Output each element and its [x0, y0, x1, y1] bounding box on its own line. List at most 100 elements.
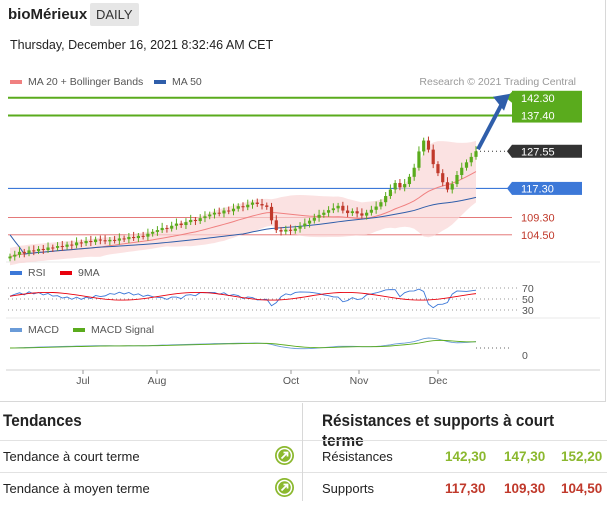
candle-body [217, 212, 221, 214]
candle-body [165, 227, 169, 229]
candle-body [36, 248, 41, 252]
rsi-swatch [10, 271, 22, 276]
candle-body [98, 239, 102, 241]
candle-body [89, 240, 93, 243]
candle-body [388, 189, 393, 197]
candle-body [146, 233, 150, 237]
candle-body [474, 151, 478, 157]
candle-body [355, 211, 359, 214]
candle-body [455, 175, 459, 185]
resistance-label: 142.30 [521, 93, 555, 105]
last-price-label: 127.55 [521, 146, 555, 158]
candle-body [241, 206, 245, 208]
candle-body [127, 236, 131, 240]
legend-macd-label: MACD [28, 324, 59, 336]
legend-rsi-label: RSI [28, 267, 46, 279]
support-label-pointer [507, 181, 512, 195]
legend-macd-signal-label: MACD Signal [91, 324, 155, 336]
macd-signal-line [9, 339, 477, 349]
candle-body [27, 250, 31, 254]
price-chart-svg: 142.30137.40127.55117.30109.30104.50 705… [6, 90, 600, 387]
candle-body [303, 223, 307, 227]
candle-body [360, 213, 364, 216]
trend-row-medium: Tendance à moyen terme [0, 472, 302, 505]
candle-body [51, 247, 55, 249]
candle-body [32, 250, 36, 252]
support-value: 109,30 [504, 481, 546, 496]
arrow-up-right-icon [276, 479, 293, 496]
trend-label-short: Tendance à court terme [3, 449, 140, 464]
support-label: 104.50 [521, 230, 555, 242]
rsi-line [9, 288, 477, 309]
candle-body [222, 210, 226, 214]
candle-body [393, 182, 397, 190]
x-tick-label: Aug [148, 375, 167, 387]
resistances-label: Résistances [322, 449, 393, 464]
candle-body [65, 244, 69, 247]
candle-body [250, 202, 255, 205]
candle-body [374, 206, 378, 210]
candle-body [122, 238, 126, 240]
candle-body [288, 229, 293, 231]
candle-body [108, 239, 112, 242]
candle-body [103, 240, 107, 242]
candle-body [407, 176, 412, 185]
candle-body [160, 227, 164, 231]
candle-body [441, 173, 445, 183]
candle-body [70, 244, 74, 246]
candle-body [189, 219, 193, 223]
candle-body [279, 230, 283, 232]
candle-body [350, 211, 354, 214]
candle-body [307, 220, 312, 224]
candle-body [426, 140, 431, 150]
rsi-ma-swatch [60, 271, 72, 276]
candle-body [417, 151, 421, 168]
candle-body [113, 239, 117, 241]
candle-body [155, 230, 160, 232]
resistance-label: 137.40 [521, 111, 555, 123]
candle-body [255, 202, 259, 204]
candle-body [203, 216, 207, 219]
trend-up-arrow-icon [275, 478, 294, 497]
macd-signal-swatch [73, 328, 85, 333]
support-label: 109.30 [521, 212, 555, 224]
projection-arrow-shaft [476, 98, 506, 151]
trends-panel: Tendances Tendance à court terme Tendanc… [0, 403, 303, 501]
trends-title: Tendances [3, 411, 82, 430]
legend-macd: MACD [10, 324, 59, 336]
candle-body [269, 206, 274, 221]
trend-row-short: Tendance à court terme [0, 440, 302, 473]
legend-rsi-ma-label: 9MA [78, 267, 100, 279]
candle-body [445, 182, 450, 190]
x-tick-label: Oct [283, 375, 299, 387]
candle-body [398, 182, 402, 188]
candle-body [84, 240, 88, 244]
candle-body [336, 205, 340, 209]
x-tick-label: Jul [76, 375, 89, 387]
candle-body [55, 246, 60, 248]
candle-body [464, 162, 469, 168]
candle-body [431, 149, 435, 165]
candle-body [460, 167, 464, 175]
candle-body [93, 239, 98, 243]
candle-body [331, 208, 335, 211]
support-label: 117.30 [521, 183, 554, 195]
candle-body [265, 205, 269, 207]
candle-body [79, 242, 83, 244]
candle-body [298, 226, 302, 229]
candle-body [436, 164, 440, 174]
candle-body [13, 254, 17, 257]
legend-macd-signal: MACD Signal [73, 324, 154, 336]
candle-body [174, 223, 179, 226]
candle-body [369, 209, 373, 213]
candle-body [179, 223, 183, 226]
candle-body [322, 212, 326, 215]
candle-body [132, 236, 136, 239]
candle-body [346, 210, 350, 214]
candle-body [403, 184, 407, 188]
candle-body [450, 184, 454, 190]
resistance-value: 147,30 [504, 449, 546, 464]
candle-body [284, 229, 288, 232]
x-tick-label: Dec [429, 375, 448, 387]
candle-body [379, 202, 383, 207]
